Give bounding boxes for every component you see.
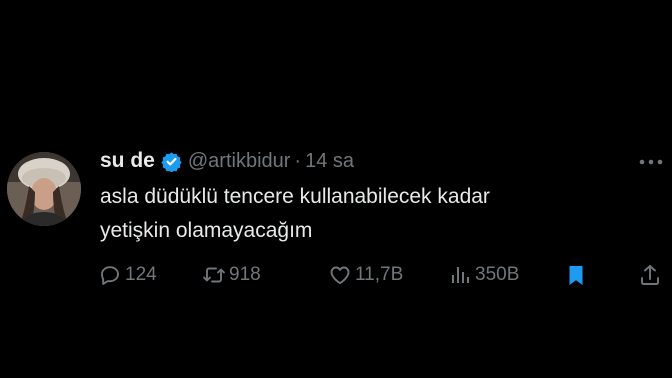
reply-bubble-icon	[98, 263, 122, 287]
tweet[interactable]: su de @artikbidur · 14 sa asla düdüklü t…	[0, 0, 672, 378]
tweet-text-line-2: yetişkin olamayacağım	[100, 219, 313, 242]
bar-chart-icon	[448, 263, 472, 287]
tweet-header: su de @artikbidur · 14 sa	[100, 146, 354, 176]
verified-badge-icon	[161, 151, 182, 173]
tweet-text: asla düdüklü tencere kullanabilecek kada…	[100, 180, 660, 248]
user-handle[interactable]: @artikbidur	[188, 150, 291, 173]
repost-arrows-icon	[202, 263, 226, 287]
reply-button[interactable]: 124	[98, 260, 157, 290]
bookmark-icon	[564, 263, 588, 287]
display-name[interactable]: su de	[100, 149, 155, 173]
like-count: 11,7B	[355, 264, 404, 285]
separator-dot: ·	[294, 149, 302, 172]
action-bar: 124 918 11,7B 350B	[98, 260, 668, 290]
heart-icon	[328, 263, 352, 287]
share-button[interactable]	[638, 260, 662, 290]
more-horizontal-icon[interactable]	[638, 152, 664, 172]
share-upload-icon	[638, 263, 662, 287]
views-count: 350B	[475, 264, 520, 285]
reply-count: 124	[125, 264, 157, 285]
repost-count: 918	[229, 264, 261, 285]
timestamp[interactable]: 14 sa	[305, 150, 354, 173]
like-button[interactable]: 11,7B	[328, 260, 403, 290]
repost-button[interactable]: 918	[202, 260, 261, 290]
avatar[interactable]	[7, 152, 81, 226]
views-button[interactable]: 350B	[448, 260, 519, 290]
bookmark-button[interactable]	[564, 260, 588, 290]
tweet-text-line-1: asla düdüklü tencere kullanabilecek kada…	[100, 185, 490, 208]
